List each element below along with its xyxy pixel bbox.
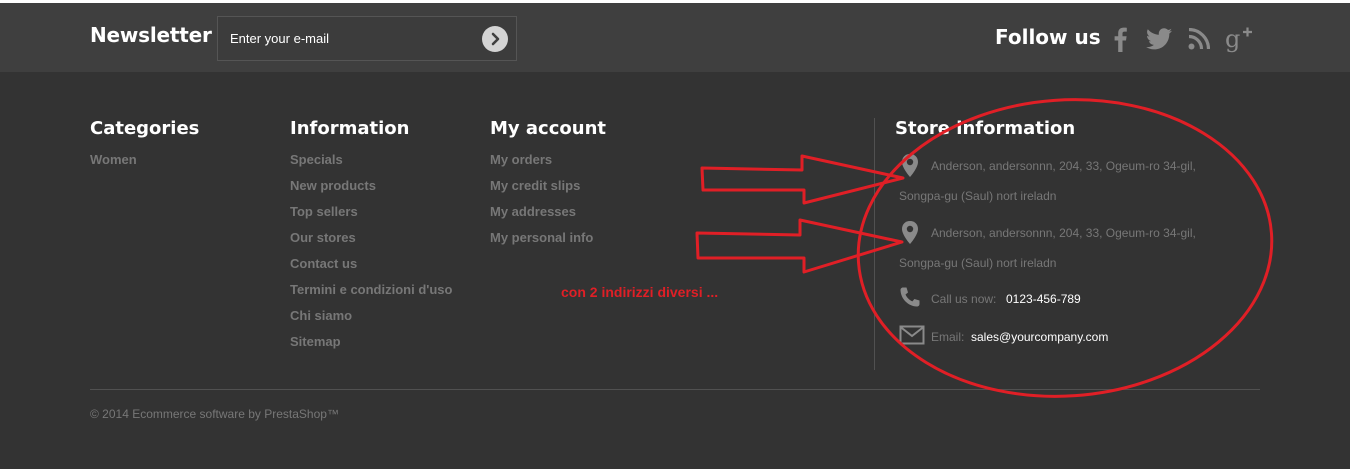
newsletter-bar: Newsletter Follow us: [0, 0, 1350, 72]
email-link[interactable]: sales@yourcompany.com: [971, 330, 1108, 344]
information-link[interactable]: Chi siamo: [290, 308, 452, 334]
information-link[interactable]: Termini e condizioni d'uso: [290, 282, 452, 308]
footer: Categories Women Information Specials Ne…: [0, 72, 1350, 469]
address-line: Songpa-gu (Saul) nort ireladn: [899, 256, 1057, 270]
my-account-list: My orders My credit slips My addresses M…: [490, 152, 593, 256]
phone-number: 0123-456-789: [1006, 292, 1081, 306]
store-email: Email: sales@yourcompany.com: [899, 324, 1239, 348]
address-line: Anderson, andersonnn, 204, 33, Ogeum-ro …: [931, 159, 1196, 173]
rss-link[interactable]: [1184, 23, 1214, 55]
address-line: Songpa-gu (Saul) nort ireladn: [899, 189, 1057, 203]
svg-text:g: g: [1225, 25, 1240, 53]
google-plus-icon: g: [1225, 25, 1252, 53]
address-line: Anderson, andersonnn, 204, 33, Ogeum-ro …: [931, 226, 1196, 240]
store-address: Anderson, andersonnn, 204, 33, Ogeum-ro …: [899, 154, 1239, 206]
facebook-link[interactable]: [1105, 23, 1135, 55]
column-divider: [874, 118, 875, 370]
page: Newsletter Follow us: [0, 0, 1350, 469]
information-title: Information: [290, 118, 410, 139]
follow-us-title: Follow us: [995, 25, 1101, 49]
store-address: Anderson, andersonnn, 204, 33, Ogeum-ro …: [899, 221, 1239, 273]
newsletter-form: [217, 16, 517, 61]
chevron-right-icon: [491, 32, 500, 46]
category-link[interactable]: Women: [90, 152, 137, 178]
account-link[interactable]: My personal info: [490, 230, 593, 256]
information-list: Specials New products Top sellers Our st…: [290, 152, 452, 360]
twitter-icon: [1146, 28, 1172, 50]
account-link[interactable]: My credit slips: [490, 178, 593, 204]
newsletter-title: Newsletter: [90, 23, 212, 47]
phone-icon: [900, 287, 920, 307]
account-link[interactable]: My addresses: [490, 204, 593, 230]
my-account-title: My account: [490, 118, 606, 139]
store-phone: Call us now: 0123-456-789: [899, 287, 1239, 311]
information-link[interactable]: Contact us: [290, 256, 452, 282]
annotation-text: con 2 indirizzi diversi ...: [561, 284, 719, 300]
categories-list: Women: [90, 152, 137, 178]
categories-title: Categories: [90, 118, 200, 139]
newsletter-email-input[interactable]: [218, 17, 473, 60]
google-plus-link[interactable]: g: [1224, 23, 1254, 55]
information-link[interactable]: Top sellers: [290, 204, 452, 230]
information-link[interactable]: Our stores: [290, 230, 452, 256]
twitter-link[interactable]: [1144, 23, 1174, 55]
footer-divider: [90, 389, 1260, 390]
map-marker-icon: [902, 221, 918, 244]
information-link[interactable]: Sitemap: [290, 334, 452, 360]
facebook-icon: [1114, 27, 1127, 52]
account-link[interactable]: My orders: [490, 152, 593, 178]
information-link[interactable]: New products: [290, 178, 452, 204]
email-label: Email:: [931, 330, 965, 344]
newsletter-submit-button[interactable]: [482, 26, 508, 52]
map-marker-icon: [902, 154, 918, 177]
envelope-icon: [899, 325, 925, 345]
copyright-text: © 2014 Ecommerce software by PrestaShop™: [90, 407, 339, 421]
phone-label: Call us now:: [931, 292, 997, 306]
store-information-title: Store information: [895, 118, 1076, 139]
information-link[interactable]: Specials: [290, 152, 452, 178]
rss-icon: [1188, 28, 1210, 50]
